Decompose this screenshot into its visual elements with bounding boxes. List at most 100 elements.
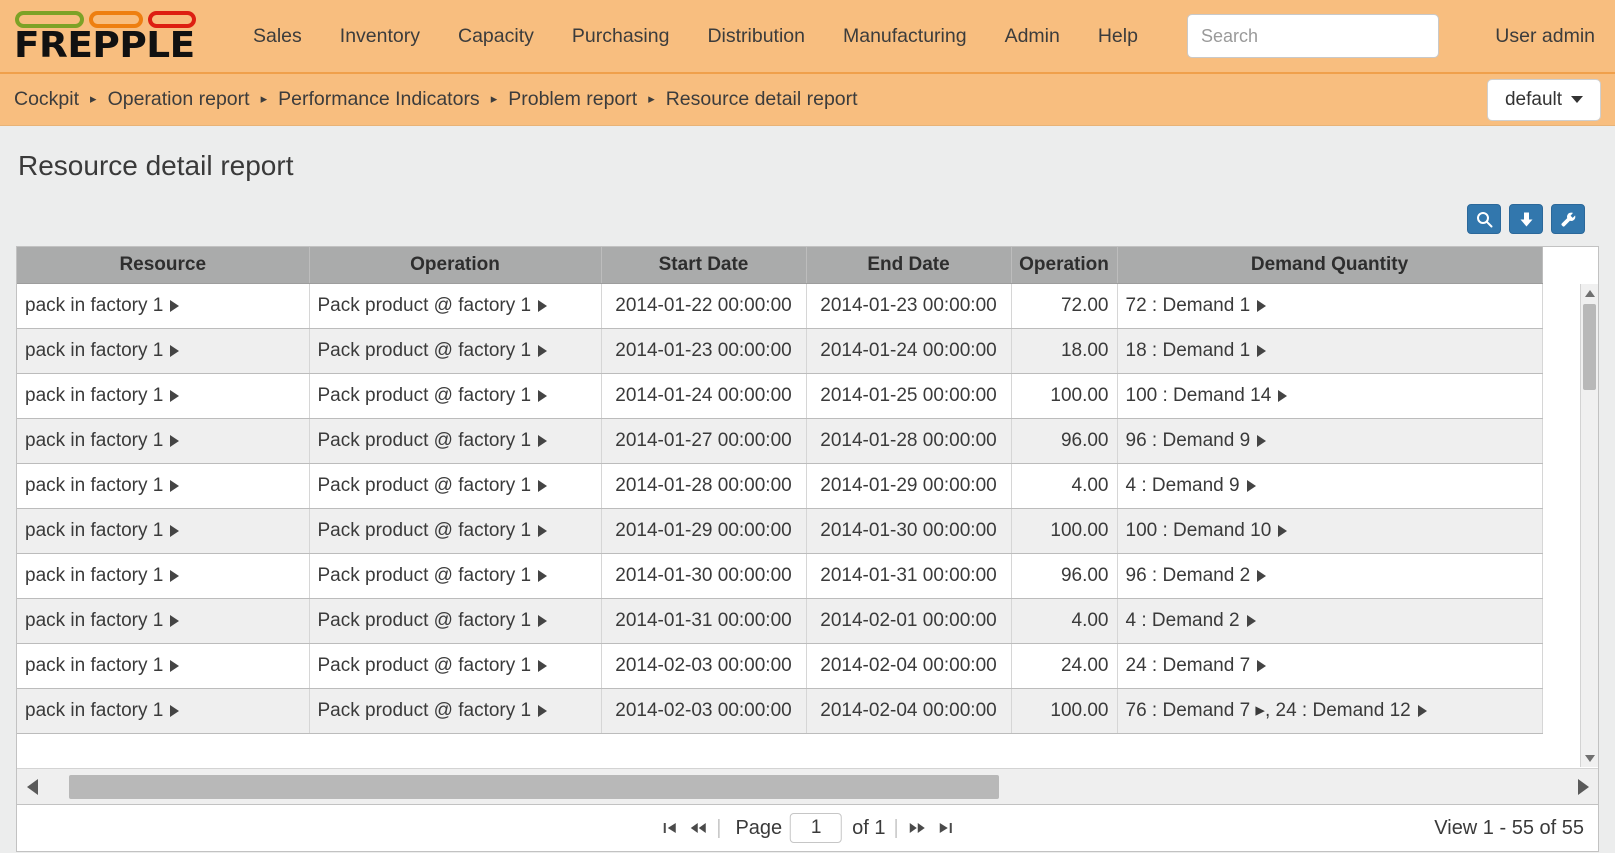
drilldown-triangle-icon[interactable] [170,569,180,582]
drilldown-triangle-icon[interactable] [1246,479,1256,492]
breadcrumb: Cockpit ▸ Operation report ▸ Performance… [14,88,858,111]
breadcrumb-item-performance-indicators[interactable]: Performance Indicators [278,88,480,111]
drilldown-triangle-icon[interactable] [538,434,548,447]
drilldown-triangle-icon[interactable] [170,299,180,312]
search-input[interactable] [1186,14,1439,58]
drilldown-triangle-icon[interactable] [1257,569,1267,582]
cell-text: 2014-01-30 00:00:00 [820,519,997,541]
first-page-button[interactable] [656,814,684,842]
cell-resource: pack in factory 1 [17,643,310,689]
cell-text: pack in factory 1 [25,654,164,676]
breadcrumb-item-cockpit[interactable]: Cockpit [14,88,79,111]
previous-page-button[interactable] [684,814,712,842]
column-header-resource[interactable]: Resource [17,247,310,284]
drilldown-triangle-icon[interactable] [1417,705,1427,717]
drilldown-triangle-icon[interactable] [538,614,548,627]
scroll-down-button[interactable] [1581,749,1598,767]
page-label: Page [735,816,783,839]
drilldown-triangle-icon[interactable] [1257,659,1267,672]
scroll-right-button[interactable] [1568,769,1598,805]
search-filter-button[interactable] [1467,204,1501,234]
cell-operation: Pack product @ factory 1 [309,688,602,734]
cell-text: 2014-01-23 00:00:00 [615,339,792,361]
drilldown-triangle-icon[interactable] [538,344,548,357]
table-row[interactable]: pack in factory 1 Pack product @ factory … [17,283,1543,329]
nav-item-admin[interactable]: Admin [986,17,1079,56]
column-header-operation[interactable]: Operation [309,247,602,284]
table-row[interactable]: pack in factory 1 Pack product @ factory … [17,643,1543,689]
cell-start_date: 2014-01-22 00:00:00 [601,283,807,329]
horizontal-scrollbar-track[interactable] [47,774,1568,799]
cell-operation_quantity: 18.00 [1011,328,1118,374]
table-row[interactable]: pack in factory 1 Pack product @ factory … [17,508,1543,554]
drilldown-triangle-icon[interactable] [170,479,180,492]
cell-text: 100 : Demand 14 [1125,384,1272,406]
drilldown-triangle-icon[interactable] [538,299,548,312]
drilldown-triangle-icon[interactable] [1246,614,1256,627]
drilldown-triangle-icon[interactable] [170,659,180,672]
drilldown-triangle-icon[interactable] [170,344,180,357]
drilldown-triangle-icon[interactable] [538,479,548,492]
nav-item-inventory[interactable]: Inventory [321,17,439,56]
breadcrumb-item-operation-report[interactable]: Operation report [108,88,250,111]
drilldown-triangle-icon[interactable] [538,389,548,402]
nav-item-help[interactable]: Help [1079,17,1157,56]
vertical-scrollbar-thumb[interactable] [1583,304,1596,390]
table-row[interactable]: pack in factory 1 Pack product @ factory … [17,463,1543,509]
drilldown-triangle-icon[interactable] [170,434,180,447]
column-header-start-date[interactable]: Start Date [601,247,807,284]
table-row[interactable]: pack in factory 1 Pack product @ factory … [17,553,1543,599]
cell-text: 72.00 [1060,294,1109,316]
cell-end_date: 2014-02-04 00:00:00 [806,643,1012,689]
settings-button[interactable] [1551,204,1585,234]
table-row[interactable]: pack in factory 1 Pack product @ factory … [17,418,1543,464]
drilldown-triangle-icon[interactable] [1257,299,1267,312]
drilldown-triangle-icon[interactable] [538,659,548,672]
cell-text: 2014-01-23 00:00:00 [820,294,997,316]
table-row[interactable]: pack in factory 1 Pack product @ factory … [17,373,1543,419]
next-page-button[interactable] [903,814,931,842]
drilldown-triangle-icon[interactable] [1257,434,1267,447]
drilldown-triangle-icon[interactable] [1278,524,1288,537]
table-row[interactable]: pack in factory 1 Pack product @ factory … [17,328,1543,374]
cell-text: 2014-02-03 00:00:00 [615,654,792,676]
frepple-logo[interactable]: FREPPLE [14,9,197,64]
nav-item-manufacturing[interactable]: Manufacturing [824,17,986,56]
horizontal-scrollbar[interactable] [17,768,1598,804]
drilldown-triangle-icon[interactable] [170,524,180,537]
user-menu[interactable]: User admin [1495,25,1599,48]
download-button[interactable] [1509,204,1543,234]
drilldown-triangle-icon[interactable] [1278,389,1288,402]
scenario-selector-button[interactable]: default [1487,78,1601,121]
nav-item-purchasing[interactable]: Purchasing [553,17,689,56]
cell-demand_quantity: 96 : Demand 9 [1117,418,1543,464]
drilldown-triangle-icon[interactable] [170,389,180,402]
vertical-scrollbar[interactable] [1580,284,1598,767]
scenario-selector-label: default [1504,88,1563,110]
drilldown-triangle-icon[interactable] [538,524,548,537]
column-header-demand-quantity[interactable]: Demand Quantity [1117,247,1543,284]
breadcrumb-item-resource-detail-report[interactable]: Resource detail report [666,88,858,111]
cell-operation_quantity: 96.00 [1011,418,1118,464]
drilldown-triangle-icon[interactable] [538,569,548,582]
scroll-left-button[interactable] [17,769,47,805]
cell-start_date: 2014-01-23 00:00:00 [601,328,807,374]
cell-text: Pack product @ factory 1 [317,339,532,361]
drilldown-triangle-icon[interactable] [170,704,180,717]
nav-item-capacity[interactable]: Capacity [439,17,553,56]
nav-item-sales[interactable]: Sales [234,17,321,56]
table-row[interactable]: pack in factory 1 Pack product @ factory … [17,688,1543,734]
last-page-button[interactable] [931,814,959,842]
drilldown-triangle-icon[interactable] [1257,344,1267,357]
drilldown-triangle-icon[interactable] [538,704,548,717]
scroll-up-button[interactable] [1581,284,1598,302]
horizontal-scrollbar-thumb[interactable] [69,774,999,799]
breadcrumb-item-problem-report[interactable]: Problem report [508,88,637,111]
column-header-end-date[interactable]: End Date [806,247,1012,284]
drilldown-triangle-icon[interactable] [170,614,180,627]
nav-item-distribution[interactable]: Distribution [688,17,824,56]
page-number-input[interactable] [790,813,843,843]
column-header-operation-quantity[interactable]: Operation [1011,247,1118,284]
cell-text: Pack product @ factory 1 [317,564,532,586]
table-row[interactable]: pack in factory 1 Pack product @ factory … [17,598,1543,644]
